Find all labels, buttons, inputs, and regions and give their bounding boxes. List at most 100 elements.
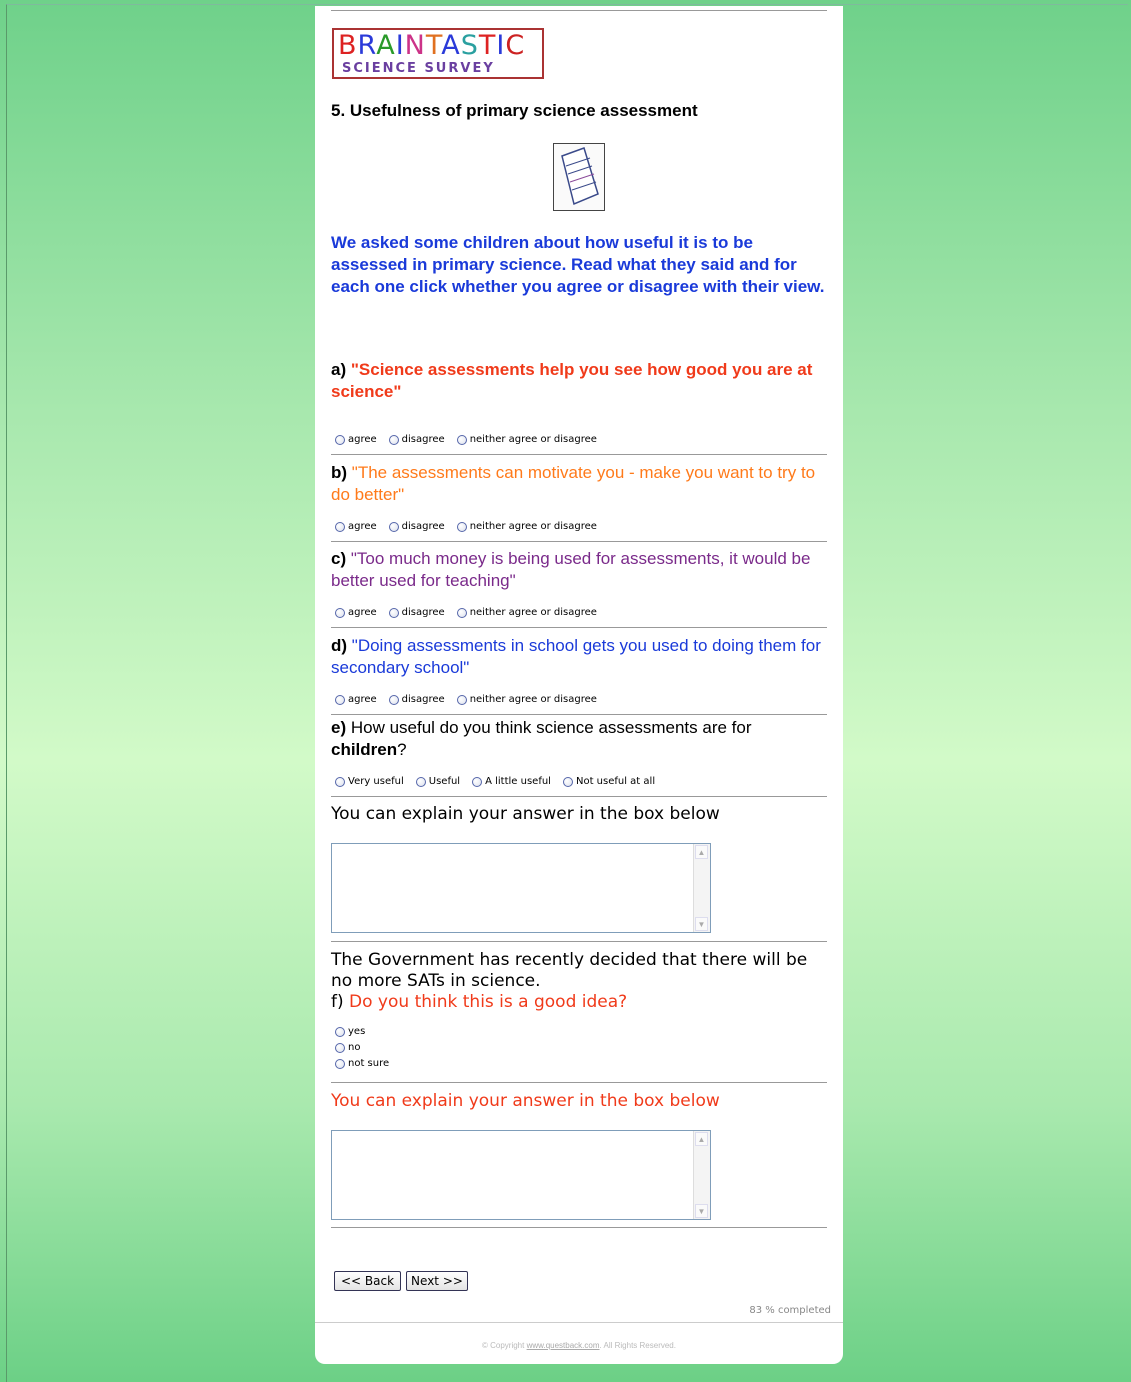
explain-label-1: You can explain your answer in the box b… [331, 804, 720, 824]
radio-label: disagree [401, 607, 445, 618]
question-e: e) How useful do you think science asses… [331, 717, 831, 761]
test-paper-image [553, 143, 605, 211]
logo-letter: A [441, 30, 461, 61]
radio-button[interactable] [562, 776, 573, 787]
radio-option[interactable]: agree [335, 434, 377, 445]
divider [331, 941, 827, 942]
radio-option[interactable]: Very useful [335, 776, 404, 787]
radio-option[interactable]: agree [335, 607, 377, 618]
radio-label: agree [348, 694, 377, 705]
radio-option[interactable]: A little useful [472, 776, 551, 787]
radio-button[interactable] [335, 776, 345, 787]
radio-label: not sure [348, 1058, 390, 1069]
scroll-down-arrow-icon[interactable]: ▼ [695, 1204, 708, 1218]
radio-option[interactable]: agree [335, 521, 377, 532]
logo-letter: T [478, 30, 497, 61]
radio-button[interactable] [335, 521, 345, 532]
window-left-edge [6, 4, 7, 1382]
radio-label: neither agree or disagree [469, 434, 597, 445]
radio-button[interactable] [335, 1026, 345, 1037]
statement-letter: b) [331, 463, 348, 482]
radio-option[interactable]: Useful [415, 776, 461, 787]
radio-button[interactable] [335, 607, 345, 618]
divider [331, 627, 827, 628]
radio-option[interactable]: neither agree or disagree [456, 694, 597, 705]
radio-option[interactable]: not sure [335, 1058, 389, 1069]
copyright-suffix: . All Rights Reserved. [599, 1341, 676, 1350]
copyright-link[interactable]: www.questback.com [527, 1341, 600, 1350]
agree-radio-group: agree disagree neither agree or disagree [335, 434, 609, 445]
question-e-letter: e) [331, 718, 347, 737]
radio-option[interactable]: neither agree or disagree [456, 607, 597, 618]
radio-option[interactable]: agree [335, 694, 377, 705]
statement-b: b) "The assessments can motivate you - m… [331, 462, 831, 506]
braintastic-logo: BRAINTASTIC SCIENCE SURVEY [332, 28, 544, 79]
logo-letter: B [338, 30, 358, 61]
agree-radio-group: agree disagree neither agree or disagree [335, 521, 609, 532]
radio-label: agree [348, 521, 377, 532]
radio-label: disagree [401, 521, 445, 532]
logo-letter: A [376, 30, 396, 61]
logo-letter: S [460, 30, 479, 61]
copyright-prefix: © Copyright [482, 1341, 527, 1350]
divider [331, 10, 827, 11]
radio-button[interactable] [388, 434, 399, 445]
textarea-scrollbar[interactable]: ▲ ▼ [693, 844, 710, 932]
radio-button[interactable] [388, 607, 399, 618]
radio-label: disagree [401, 694, 445, 705]
explain-textarea-2[interactable]: ▲ ▼ [331, 1130, 711, 1220]
copyright: © Copyright www.questback.com. All Right… [315, 1341, 843, 1350]
logo-letter: I [496, 30, 506, 61]
next-button[interactable]: Next >> [406, 1271, 468, 1291]
statement-letter: a) [331, 360, 347, 379]
radio-button[interactable] [335, 434, 345, 445]
scroll-down-arrow-icon[interactable]: ▼ [695, 917, 708, 931]
radio-button[interactable] [335, 694, 345, 705]
radio-option[interactable]: no [335, 1042, 389, 1053]
radio-button[interactable] [456, 694, 467, 705]
statement-d: d) "Doing assessments in school gets you… [331, 635, 831, 679]
logo-letter: C [505, 30, 526, 61]
radio-option[interactable]: disagree [388, 521, 445, 532]
explain-label-2: You can explain your answer in the box b… [331, 1091, 720, 1111]
radio-option[interactable]: disagree [388, 607, 445, 618]
statement-letter: c) [331, 549, 347, 568]
radio-option[interactable]: disagree [388, 694, 445, 705]
radio-button[interactable] [335, 1042, 345, 1053]
radio-label: yes [348, 1026, 366, 1037]
divider [331, 454, 827, 455]
divider [331, 541, 827, 542]
radio-button[interactable] [388, 694, 399, 705]
radio-option[interactable]: disagree [388, 434, 445, 445]
statement-text: "Too much money is being used for assess… [331, 549, 811, 590]
divider [315, 1322, 843, 1323]
radio-option[interactable]: neither agree or disagree [456, 521, 597, 532]
divider [331, 1227, 827, 1228]
radio-button[interactable] [456, 434, 467, 445]
textarea-scrollbar[interactable]: ▲ ▼ [693, 1131, 710, 1219]
radio-button[interactable] [415, 776, 426, 787]
radio-label: disagree [401, 434, 445, 445]
scroll-up-arrow-icon[interactable]: ▲ [695, 845, 708, 859]
radio-button[interactable] [456, 607, 467, 618]
window-top-edge [6, 4, 1128, 5]
back-button[interactable]: << Back [334, 1271, 401, 1291]
radio-label: neither agree or disagree [469, 607, 597, 618]
yes-no-radio-group: yes no not sure [335, 1026, 401, 1074]
question-f-text: Do you think this is a good idea? [349, 992, 628, 1012]
radio-option[interactable]: Not useful at all [562, 776, 655, 787]
radio-button[interactable] [335, 1058, 345, 1069]
radio-button[interactable] [472, 776, 483, 787]
radio-option[interactable]: yes [335, 1026, 389, 1037]
statement-text: "Science assessments help you see how go… [331, 360, 813, 401]
radio-button[interactable] [456, 521, 467, 532]
logo-subtitle: SCIENCE SURVEY [342, 61, 495, 76]
radio-label: neither agree or disagree [469, 521, 597, 532]
scroll-up-arrow-icon[interactable]: ▲ [695, 1132, 708, 1146]
radio-option[interactable]: neither agree or disagree [456, 434, 597, 445]
statement-text: "Doing assessments in school gets you us… [331, 636, 821, 677]
explain-textarea-1[interactable]: ▲ ▼ [331, 843, 711, 933]
radio-label: Useful [428, 776, 461, 787]
agree-radio-group: agree disagree neither agree or disagree [335, 607, 609, 618]
radio-button[interactable] [388, 521, 399, 532]
